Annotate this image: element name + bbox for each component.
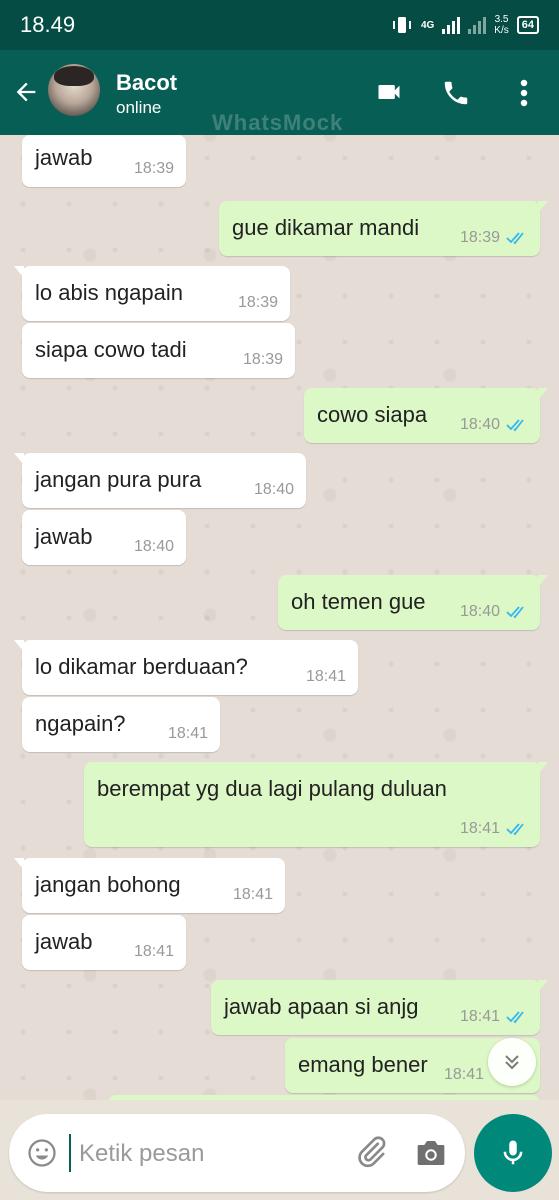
mic-button[interactable] [474,1114,552,1192]
phone-icon[interactable] [441,78,471,108]
message-text: jawab [35,929,93,954]
status-icons: 4G 3.5 K/s 64 [391,14,539,36]
message-meta: 18:40 [254,481,294,499]
message-time: 18:39 [237,294,278,311]
message-outgoing[interactable]: jawab apaan si anjg 18:41 [211,980,548,1035]
avatar[interactable] [48,64,100,116]
status-bar: 18.49 4G 3.5 K/s 64 [0,0,559,50]
message-time: 18:40 [459,416,500,433]
message-text: berempat yg dua lagi pulang duluan [97,776,447,801]
back-arrow-icon[interactable] [12,78,40,106]
message-time: 18:39 [459,229,500,246]
message-incoming[interactable]: jawab 18:41 [22,915,186,970]
text-caret [69,1134,71,1172]
message-meta: 18:40 [460,603,528,621]
contact-status: online [116,98,162,117]
emoji-icon[interactable] [27,1138,57,1168]
message-time: 18:41 [167,725,208,742]
message-time: 18:41 [232,886,273,903]
message-time: 18:39 [133,160,174,177]
message-text: jangan pura pura [35,467,202,492]
message-incoming[interactable]: jawab 18:39 [22,135,186,187]
message-incoming[interactable]: jangan bohong 18:41 [14,858,285,913]
network-type: 4G [420,19,435,31]
message-incoming[interactable]: jangan pura pura 18:40 [14,453,306,508]
network-speed-unit: K/s [494,25,509,36]
more-vert-icon[interactable] [514,78,534,108]
double-check-read-icon [506,232,524,245]
message-meta: 18:39 [243,351,283,369]
video-call-icon[interactable] [373,78,405,106]
message-meta: 18:39 [134,160,174,178]
signal-icon-secondary [468,16,487,34]
message-text: cowo siapa [317,402,428,427]
message-outgoing[interactable]: gue dikamar mandi 18:39 [219,201,548,256]
message-time: 18:40 [459,603,500,620]
message-text: jawab [35,145,93,170]
message-meta: 18:41 [460,1008,528,1026]
network-speed: 3.5 K/s [494,14,508,36]
message-meta: 18:41 [233,886,273,904]
compose-bar [9,1114,465,1192]
double-check-read-icon [506,419,524,432]
mic-icon [503,1140,523,1165]
message-text: lo abis ngapain [35,280,184,305]
message-text: gue dikamar mandi [232,215,420,240]
message-list[interactable]: jawab 18:39 gue dikamar mandi 18:39 lo a… [0,135,559,1100]
message-meta: 18:41 [306,668,346,686]
message-text: siapa cowo tadi [35,337,187,362]
message-incoming[interactable]: lo dikamar berduaan? 18:41 [14,640,358,695]
clock: 18.49 [20,12,76,37]
double-check-read-icon [506,606,524,619]
chevron-double-down-icon [505,1055,519,1070]
message-text: jangan bohong [35,872,181,897]
message-text: ngapain? [35,711,126,736]
double-check-read-icon [506,823,524,836]
signal-icon [442,16,461,34]
message-outgoing[interactable]: berempat yg dua lagi pulang duluan 18:41 [84,762,548,847]
message-meta: 18:40 [134,538,174,556]
message-text: jawab apaan si anjg [224,994,419,1019]
message-time: 18:40 [133,538,174,555]
message-time: 18:41 [459,820,500,837]
message-text: lo dikamar berduaan? [35,654,248,679]
double-check-read-icon [506,1011,524,1024]
message-time: 18:39 [242,351,283,368]
attach-icon[interactable] [353,1134,389,1170]
message-incoming[interactable]: jawab 18:40 [22,510,186,565]
message-incoming[interactable]: lo abis ngapain 18:39 [14,266,290,321]
battery-icon: 64 [516,16,539,34]
watermark: WhatsMock [212,110,344,135]
message-outgoing[interactable]: oh temen gue 18:40 [278,575,548,630]
message-meta: 18:41 [168,725,208,743]
message-incoming[interactable]: siapa cowo tadi 18:39 [22,323,295,378]
message-time: 18:41 [459,1008,500,1025]
message-text: oh temen gue [291,589,426,614]
message-time: 18:41 [133,943,174,960]
message-outgoing[interactable]: cowo siapa 18:40 [304,388,548,443]
message-meta: 18:39 [460,229,528,247]
message-outgoing-partial[interactable] [108,1095,540,1100]
message-meta: 18:41 [460,820,528,838]
message-meta: 18:39 [238,294,278,312]
message-time: 18:41 [305,668,346,685]
network-speed-value: 3.5 [494,14,509,25]
contact-name[interactable]: Bacot [116,70,177,96]
message-incoming[interactable]: ngapain? 18:41 [22,697,220,752]
message-text: emang bener [298,1052,428,1077]
message-input[interactable] [77,1132,341,1176]
message-time: 18:40 [253,481,294,498]
message-meta: 18:40 [460,416,528,434]
camera-icon[interactable] [415,1138,447,1168]
message-meta: 18:41 [444,1066,484,1084]
message-meta: 18:41 [134,943,174,961]
message-time: 18:41 [443,1066,484,1083]
vibrate-icon [392,17,411,33]
scroll-to-bottom-button[interactable] [488,1038,536,1086]
message-text: jawab [35,524,93,549]
